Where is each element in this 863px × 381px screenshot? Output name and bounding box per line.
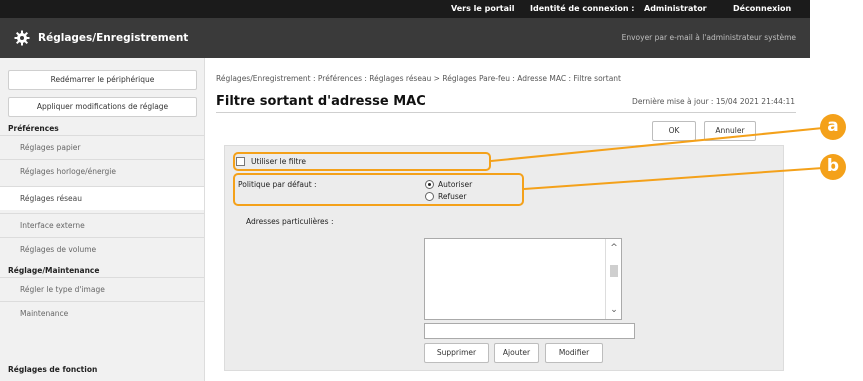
callout-a-badge: a: [820, 114, 846, 140]
callout-lines: [490, 127, 824, 190]
callout-b-badge: b: [820, 154, 846, 180]
